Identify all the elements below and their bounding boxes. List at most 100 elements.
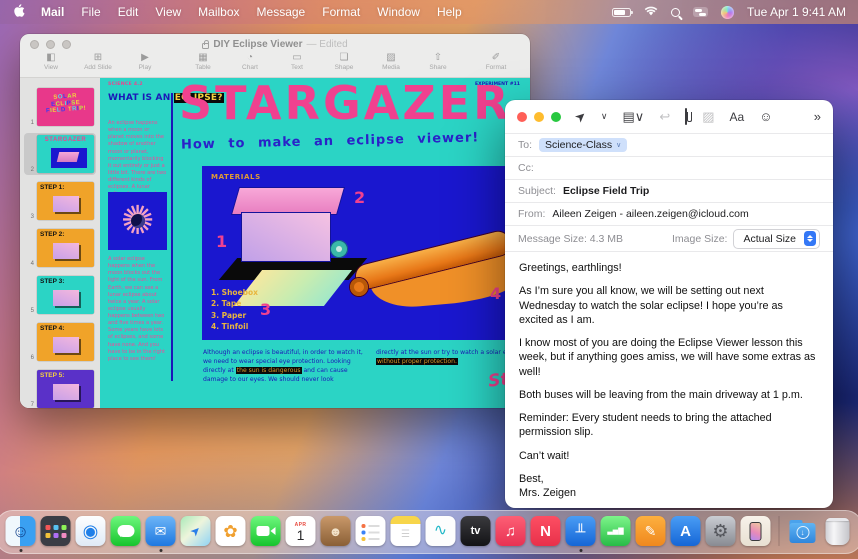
app-store-icon: A: [680, 524, 691, 539]
dock-launchpad[interactable]: [41, 516, 71, 546]
slide-thumbnail-3[interactable]: 3STEP 1:: [24, 180, 96, 222]
sun-illustration: ✺: [108, 192, 167, 250]
emoji-icon[interactable]: ☺: [759, 110, 772, 123]
slide-thumbnail-5[interactable]: 5STEP 3:: [24, 274, 96, 316]
from-field[interactable]: From: Aileen Zeigen - aileen.zeigen@iclo…: [505, 202, 833, 225]
dock-freeform[interactable]: ∿: [426, 516, 456, 546]
dock-pages[interactable]: ✎: [636, 516, 666, 546]
send-icon[interactable]: ➤: [572, 108, 589, 125]
menu-edit[interactable]: Edit: [118, 5, 139, 19]
toolbar-format-button[interactable]: ✐Format: [479, 52, 513, 71]
menu-help[interactable]: Help: [437, 5, 462, 19]
close-button[interactable]: [517, 112, 527, 122]
keynote-icon: ╨: [576, 524, 586, 538]
dock-maps[interactable]: ➤: [181, 516, 211, 546]
dock-iphone-mirroring[interactable]: [741, 516, 771, 546]
dock-keynote[interactable]: ╨: [566, 516, 596, 546]
spotlight-icon[interactable]: [671, 8, 680, 17]
dock-reminders[interactable]: [356, 516, 386, 546]
dock-photos[interactable]: ✿: [216, 516, 246, 546]
cc-field[interactable]: Cc:: [505, 156, 833, 179]
dock-notes[interactable]: ☰: [391, 516, 421, 546]
slide-thumbnail-6[interactable]: 6STEP 4:: [24, 321, 96, 363]
slide-thumb-art: [53, 384, 79, 400]
toolbar-shape-button[interactable]: ❏Shape: [327, 52, 361, 71]
more-icon[interactable]: »: [814, 110, 821, 123]
slide-canvas[interactable]: SCIENCE 4.2 EXPERIMENT #11 WHAT IS AN EC…: [100, 78, 530, 408]
toolbar-add-slide-button[interactable]: ⊞Add Slide: [81, 52, 115, 71]
toolbar-play-button[interactable]: ▶Play: [128, 52, 162, 71]
chart-icon: ◔: [247, 52, 253, 63]
dock-facetime[interactable]: [251, 516, 281, 546]
toolbar-view-button[interactable]: ◧View: [34, 52, 68, 71]
materials-item: 1. Shoebox: [211, 287, 258, 299]
toolbar-text-button[interactable]: ▭Text: [280, 52, 314, 71]
format-icon[interactable]: Aa: [730, 111, 745, 123]
slide-thumbnail-7[interactable]: 7STEP 5:: [24, 368, 96, 408]
dock-music[interactable]: ♫: [496, 516, 526, 546]
recipient-token[interactable]: Science-Class∨: [539, 138, 627, 152]
siri-icon[interactable]: [721, 6, 734, 19]
menu-bar-clock[interactable]: Tue Apr 1 9:41 AM: [747, 5, 846, 19]
dock-mail[interactable]: ✉: [146, 516, 176, 546]
lock-icon: [202, 43, 209, 49]
minimize-button[interactable]: [534, 112, 544, 122]
slide-thumbnail-2[interactable]: 2STARGAZER: [24, 133, 96, 175]
toolbar-share-button[interactable]: ⇧Share: [421, 52, 455, 71]
wifi-icon[interactable]: [644, 5, 658, 19]
calendar-day: 1: [297, 528, 305, 543]
dock-news[interactable]: N: [531, 516, 561, 546]
menu-format[interactable]: Format: [322, 5, 360, 19]
materials-list: 1. Shoebox2. Tape3. Paper4. Tinfoil: [211, 287, 258, 334]
material-number-1: 1: [216, 232, 227, 251]
menu-mailbox[interactable]: Mailbox: [198, 5, 239, 19]
text-icon: ▭: [292, 52, 301, 63]
mail-body[interactable]: Greetings, earthlings!As I’m sure you al…: [505, 251, 833, 508]
material-number-3: 3: [260, 300, 271, 319]
view-icon: ◧: [46, 52, 55, 63]
zoom-button[interactable]: [551, 112, 561, 122]
dock-app-store[interactable]: A: [671, 516, 701, 546]
message-size-value: 4.3 MB: [590, 233, 623, 245]
battery-icon[interactable]: [612, 8, 631, 17]
toolbar-animate-button[interactable]: ◈Animate: [526, 52, 530, 71]
mail-toolbar[interactable]: ➤∨▤∨↩▨Aa☺»: [505, 100, 833, 133]
dock-system-settings[interactable]: ⚙: [706, 516, 736, 546]
menu-file[interactable]: File: [81, 5, 100, 19]
pages-icon: ✎: [645, 524, 657, 538]
keynote-titlebar[interactable]: DIY Eclipse Viewer — Edited: [20, 34, 530, 51]
menu-message[interactable]: Message: [257, 5, 306, 19]
share-icon: ⇧: [434, 52, 442, 63]
toolbar-chart-button[interactable]: ◔Chart: [233, 52, 267, 71]
send-options-chevron-icon[interactable]: ∨: [601, 112, 608, 121]
menu-window[interactable]: Window: [377, 5, 420, 19]
to-field[interactable]: To: Science-Class∨: [505, 133, 833, 156]
insert-photo-icon: ▨: [702, 110, 714, 123]
slide-thumb-label: STEP 2:: [37, 229, 94, 238]
slide-title: STARGAZER: [179, 78, 512, 130]
dock-apple-tv[interactable]: tv: [461, 516, 491, 546]
toolbar-media-button[interactable]: ▨Media: [374, 52, 408, 71]
image-size-select[interactable]: Actual Size: [733, 229, 820, 249]
menu-view[interactable]: View: [155, 5, 181, 19]
slide-thumbnail-4[interactable]: 4STEP 2:: [24, 227, 96, 269]
subject-field[interactable]: Subject: Eclipse Field Trip: [505, 179, 833, 202]
attach-icon[interactable]: [685, 110, 687, 123]
menu-mail[interactable]: Mail: [41, 5, 64, 19]
dock-messages[interactable]: [111, 516, 141, 546]
dock-calendar[interactable]: APR1: [286, 516, 316, 546]
dock-safari[interactable]: ◉: [76, 516, 106, 546]
apple-menu[interactable]: [12, 3, 25, 21]
toolbar-table-button[interactable]: ▦Table: [186, 52, 220, 71]
control-center-icon[interactable]: [693, 7, 708, 17]
dock-contacts[interactable]: ☻: [321, 516, 351, 546]
dock-finder[interactable]: ☺: [6, 516, 36, 546]
material-number-2: 2: [354, 188, 365, 207]
dock-numbers[interactable]: ▃▅▇: [601, 516, 631, 546]
dock-downloads[interactable]: ↓: [788, 516, 818, 546]
mail-body-paragraph: Can’t wait!: [519, 449, 819, 463]
finder-icon: ☺: [12, 523, 29, 540]
dock-trash[interactable]: [823, 516, 853, 546]
header-fields-icon[interactable]: ▤∨: [623, 110, 645, 123]
slide-thumbnail-1[interactable]: 1SOLAR ECLIPSE FIELD TRIP!: [24, 86, 96, 128]
